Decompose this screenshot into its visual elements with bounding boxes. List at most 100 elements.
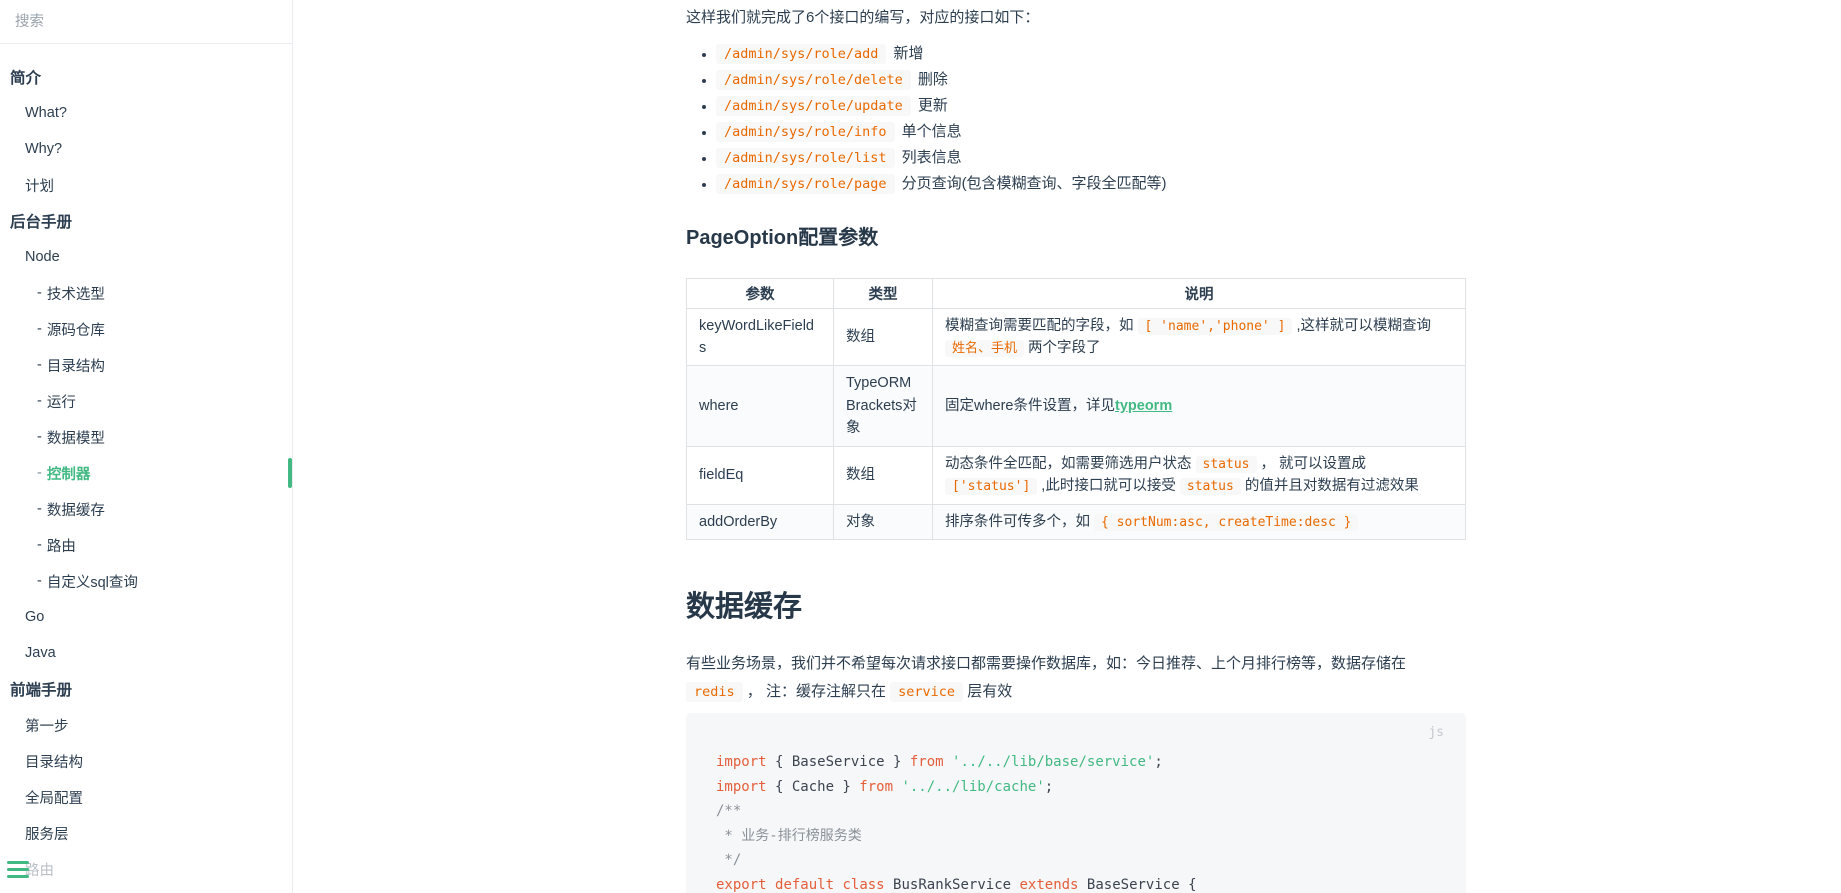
param-cell: keyWordLikeFields: [686, 307, 834, 367]
endpoint-list: /admin/sys/role/add 新增/admin/sys/role/del…: [686, 43, 1466, 194]
endpoint-path-code: /admin/sys/role/page: [716, 173, 895, 194]
inline-code: service: [890, 682, 964, 703]
text-segment: 有些业务场景，我们并不希望每次请求接口都需要操作数据库，如：今日推荐、上个月排行…: [686, 655, 1407, 673]
search-input[interactable]: [13, 12, 279, 31]
code-token-plain: { Cache }: [766, 778, 860, 795]
code-line: import { BaseService } from '../../lib/b…: [716, 750, 1442, 775]
text-segment: ， 注：缓存注解只在: [742, 683, 891, 701]
endpoint-desc: 更新: [917, 96, 948, 114]
sidebar-item-node[interactable]: Node: [0, 239, 292, 275]
text-segment: ,这样就可以模糊查询: [1292, 317, 1431, 334]
table-header-cell: 类型: [833, 277, 933, 309]
table-header-cell: 参数: [686, 277, 834, 309]
menu-bar: [7, 868, 29, 871]
sidebar-item-source-repo[interactable]: - 源码仓库: [0, 311, 292, 347]
endpoint-path-code: /admin/sys/role/update: [716, 95, 911, 116]
sidebar-item-service-layer[interactable]: 服务层: [0, 815, 292, 851]
subitem-dash: -: [37, 393, 42, 409]
endpoint-item: /admin/sys/role/update 更新: [716, 95, 1466, 116]
desc-cell: 动态条件全匹配，如需要筛选用户状态 status ， 就可以设置成 ['stat…: [932, 445, 1466, 505]
sidebar-item-label: 目录结构: [25, 754, 83, 771]
text-segment: 的值并且对数据有过滤效果: [1240, 478, 1419, 495]
sidebar-item-what[interactable]: What?: [0, 95, 292, 131]
sidebar-item-backend-manual[interactable]: 后台手册: [0, 203, 292, 239]
sidebar-item-label: Go: [25, 609, 45, 625]
pageoption-heading: PageOption配置参数: [686, 226, 879, 249]
sidebar-item-frontend-router[interactable]: 路由: [0, 851, 292, 887]
sidebar-item-go[interactable]: Go: [0, 599, 292, 635]
sidebar-item-global-config[interactable]: 全局配置: [0, 779, 292, 815]
text-segment: 层有效: [963, 683, 1013, 701]
cache-heading: 数据缓存: [686, 591, 803, 624]
desc-cell: 排序条件可传多个，如 { sortNum:asc, createTime:des…: [932, 503, 1466, 541]
sidebar-item-custom-sql[interactable]: - 自定义sql查询: [0, 563, 292, 599]
sidebar-item-run[interactable]: - 运行: [0, 383, 292, 419]
code-token-cmt: /**: [716, 803, 742, 820]
endpoint-item: /admin/sys/role/info 单个信息: [716, 121, 1466, 142]
sidebar-item-data-model[interactable]: - 数据模型: [0, 419, 292, 455]
sidebar-item-label: 前端手册: [10, 682, 73, 699]
sidebar-item-label: 服务层: [25, 826, 69, 843]
sidebar-item-frontend-dir[interactable]: 目录结构: [0, 743, 292, 779]
sidebar-item-label: Node: [25, 249, 60, 265]
code-token-kw: import: [716, 754, 767, 771]
type-cell: TypeORM Brackets对象: [833, 365, 933, 447]
sidebar-item-why[interactable]: Why?: [0, 131, 292, 167]
sidebar-item-data-cache[interactable]: - 数据缓存: [0, 491, 292, 527]
text-segment: ， 就可以设置成: [1256, 455, 1367, 472]
code-block: js import { BaseService } from '../../lib…: [686, 713, 1466, 893]
code-token-kw: import: [716, 778, 767, 795]
code-token-plain: ;: [1154, 754, 1163, 771]
endpoint-desc: 分页查询(包含模糊查询、字段全匹配等): [901, 174, 1167, 192]
text-segment: 模糊查询需要匹配的字段，如: [945, 317, 1138, 334]
code-token-kw: from: [859, 778, 894, 795]
text-segment: 动态条件全匹配，如需要筛选用户状态: [945, 455, 1196, 472]
code-token-plain: ;: [1044, 778, 1054, 795]
sidebar-item-frontend-manual[interactable]: 前端手册: [0, 671, 292, 707]
intro-paragraph: 这样我们就完成了6个接口的编写，对应的接口如下：: [686, 9, 1040, 26]
param-cell: fieldEq: [686, 445, 834, 505]
typeorm-link[interactable]: typeorm: [1115, 398, 1172, 414]
code-line: /**: [716, 799, 1442, 824]
code-token-kw: export: [716, 876, 767, 893]
menu-bar: [7, 875, 29, 878]
code-token-kw: class: [842, 876, 885, 893]
endpoint-path-code: /admin/sys/role/delete: [716, 69, 911, 90]
sidebar-item-plan[interactable]: 计划: [0, 167, 292, 203]
subitem-dash: -: [37, 501, 42, 517]
table-row: fieldEq 数组 动态条件全匹配，如需要筛选用户状态 status ， 就可以设…: [686, 445, 1466, 505]
inline-code: redis: [686, 682, 743, 703]
menu-bar: [7, 861, 29, 864]
table-header-row: 参数 类型 说明: [686, 277, 1466, 309]
desc-cell: 模糊查询需要匹配的字段，如 [ 'name','phone' ] ,这样就可以模…: [932, 307, 1466, 367]
code-token-plain: BusRankService: [884, 876, 1020, 893]
endpoint-item: /admin/sys/role/delete 删除: [716, 69, 1466, 90]
table-header-cell: 说明: [932, 277, 1466, 309]
menu-toggle-icon[interactable]: [7, 857, 31, 882]
sidebar-item-label: 源码仓库: [46, 322, 105, 339]
sidebar-item-first-step[interactable]: 第一步: [0, 707, 292, 743]
sidebar-item-controller[interactable]: - 控制器: [0, 455, 292, 491]
code-token-cmt: */: [716, 852, 742, 869]
code-token-kw: from: [909, 754, 944, 771]
desc-cell: 固定where条件设置，详见typeorm: [932, 365, 1466, 447]
sidebar-item-label: 技术选型: [46, 286, 105, 303]
text-segment: ,此时接口就可以接受: [1037, 478, 1180, 495]
subitem-dash: -: [37, 573, 42, 589]
sidebar-item-intro[interactable]: 简介: [0, 59, 292, 95]
code-token-kw: extends: [1019, 876, 1079, 893]
code-lang-label: js: [1428, 725, 1444, 741]
type-cell: 数组: [833, 307, 933, 367]
sidebar-item-tech-selection[interactable]: - 技术选型: [0, 275, 292, 311]
table-row: addOrderBy 对象 排序条件可传多个，如 { sortNum:asc, cr…: [686, 503, 1466, 541]
code-token-plain: { BaseService }: [766, 754, 910, 771]
sidebar-item-router[interactable]: - 路由: [0, 527, 292, 563]
endpoint-desc: 单个信息: [901, 122, 962, 140]
sidebar-item-java[interactable]: Java: [0, 635, 292, 671]
cache-paragraph: 有些业务场景，我们并不希望每次请求接口都需要操作数据库，如：今日推荐、上个月排行…: [686, 650, 1466, 706]
subitem-dash: -: [37, 285, 42, 301]
sidebar-item-dir-structure[interactable]: - 目录结构: [0, 347, 292, 383]
endpoint-item: /admin/sys/role/page 分页查询(包含模糊查询、字段全匹配等): [716, 173, 1466, 194]
endpoint-item: /admin/sys/role/list 列表信息: [716, 147, 1466, 168]
